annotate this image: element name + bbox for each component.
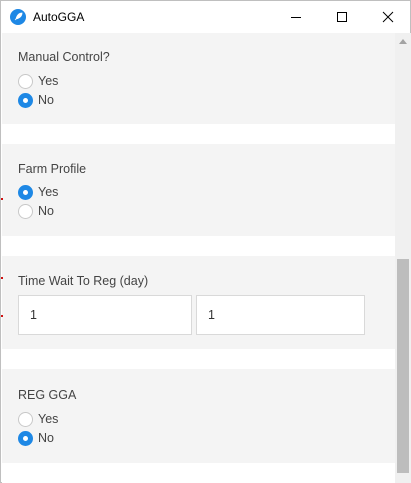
radio-button[interactable]	[18, 203, 33, 219]
vertical-scrollbar[interactable]	[395, 33, 411, 483]
manual-control-label: Manual Control?	[18, 50, 110, 64]
minimize-button[interactable]	[273, 1, 319, 33]
close-button[interactable]	[365, 1, 411, 33]
edge-mark	[1, 198, 3, 200]
farm-profile-label: Farm Profile	[18, 162, 87, 176]
reg-gga-label: REG GGA	[18, 388, 77, 402]
maximize-button[interactable]	[319, 1, 365, 33]
radio-button[interactable]	[18, 411, 33, 427]
minimize-icon	[291, 17, 301, 18]
option-label: Yes	[38, 185, 59, 199]
maximize-icon	[337, 12, 347, 22]
manual-control-section: Manual Control? Yes No	[2, 33, 395, 124]
farm-profile-no-option[interactable]: No	[18, 202, 54, 220]
option-label: Yes	[38, 74, 59, 88]
reg-gga-section: REG GGA Yes No	[2, 369, 395, 463]
radio-button-selected[interactable]	[18, 430, 33, 446]
option-label: No	[38, 431, 54, 445]
time-wait-input-2[interactable]: 1	[196, 295, 365, 335]
form-scroll-area[interactable]: Manual Control? Yes No Farm Profile Yes …	[2, 33, 395, 483]
edge-mark	[1, 277, 3, 279]
option-label: No	[38, 204, 54, 218]
scroll-up-arrow-icon[interactable]	[399, 39, 407, 44]
reg-gga-no-option[interactable]: No	[18, 429, 54, 447]
radio-button-selected[interactable]	[18, 184, 33, 200]
manual-control-no-option[interactable]: No	[18, 91, 54, 109]
app-window: AutoGGA Manual Control? Yes No Farm Prof…	[0, 0, 411, 483]
time-wait-section: Time Wait To Reg (day) 1 1	[2, 256, 395, 349]
farm-profile-section: Farm Profile Yes No	[2, 144, 395, 236]
reg-gga-yes-option[interactable]: Yes	[18, 410, 58, 428]
time-wait-label: Time Wait To Reg (day)	[18, 274, 149, 288]
time-wait-input-1[interactable]: 1	[18, 295, 192, 335]
scrollbar-thumb[interactable]	[397, 259, 409, 473]
rocket-icon	[10, 9, 26, 25]
edge-mark	[1, 315, 3, 317]
radio-button[interactable]	[18, 73, 33, 89]
manual-control-yes-option[interactable]: Yes	[18, 72, 58, 90]
farm-profile-yes-option[interactable]: Yes	[18, 183, 58, 201]
option-label: No	[38, 93, 54, 107]
close-icon	[382, 11, 394, 23]
window-title: AutoGGA	[33, 10, 85, 24]
radio-button-selected[interactable]	[18, 92, 33, 108]
title-bar[interactable]: AutoGGA	[1, 1, 410, 33]
option-label: Yes	[38, 412, 59, 426]
